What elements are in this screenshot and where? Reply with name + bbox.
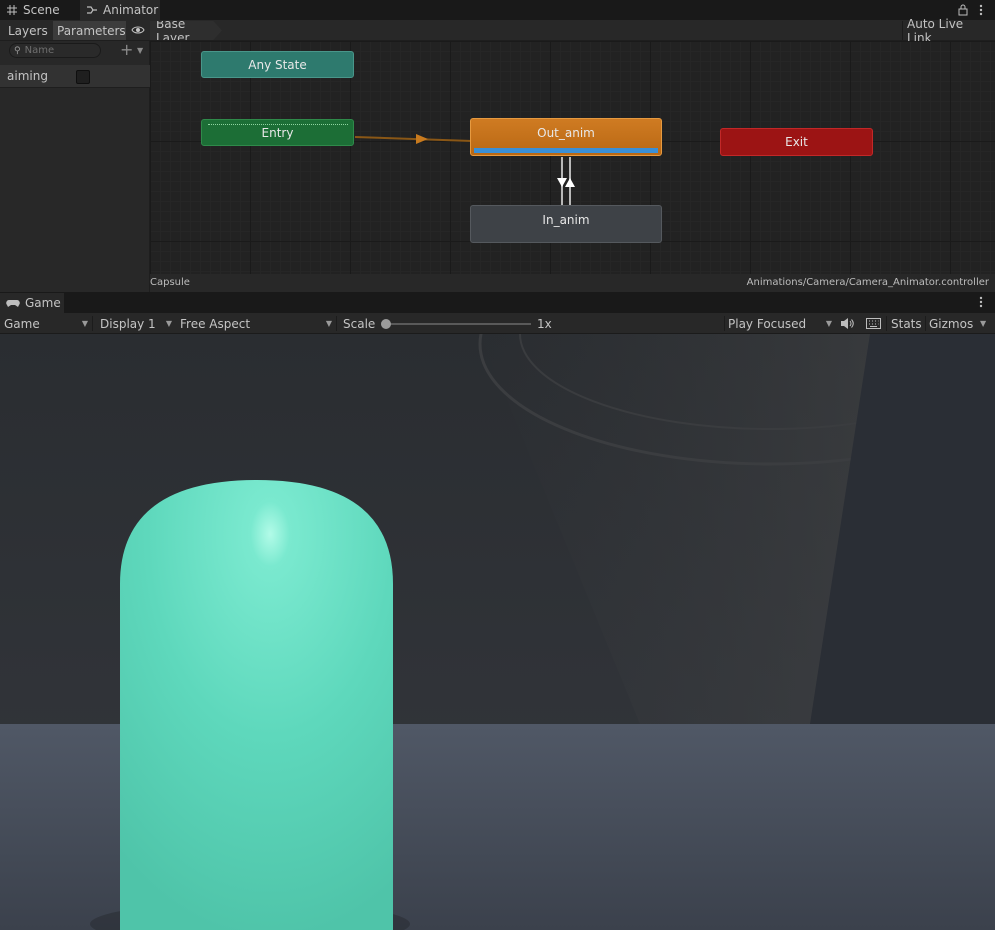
state-in-anim[interactable]: In_anim [470, 205, 662, 243]
tab-animator[interactable]: Animator [80, 0, 160, 20]
divider [724, 316, 725, 331]
tab-game[interactable]: Game [0, 293, 64, 313]
state-progress-bar [474, 148, 658, 153]
scale-value: 1x [537, 313, 552, 334]
capsule-object[interactable] [120, 480, 393, 930]
scale-slider-handle[interactable] [381, 319, 391, 329]
display-mode-label: Game [4, 316, 40, 331]
game-viewport[interactable] [0, 334, 995, 930]
gamepad-icon [6, 300, 20, 307]
window-tab-bar: Scene Animator [0, 0, 995, 20]
parameter-name: aiming [7, 69, 48, 83]
scale-label: Scale [343, 313, 375, 334]
scale-value-text: 1x [537, 316, 552, 331]
state-exit-label: Exit [785, 135, 808, 149]
grid-icon [7, 5, 17, 15]
gizmos-button[interactable]: Gizmos [929, 313, 973, 334]
state-any-state[interactable]: Any State [201, 51, 354, 78]
divider [925, 316, 926, 331]
divider [886, 316, 887, 331]
auto-live-link-button[interactable]: Auto Live Link [902, 17, 995, 45]
search-placeholder: Name [24, 45, 55, 56]
state-entry-label: Entry [261, 125, 294, 140]
parameter-row[interactable]: aiming [0, 65, 150, 88]
entry-transition[interactable] [354, 136, 473, 142]
tab-scene[interactable]: Scene [0, 0, 78, 20]
scene-render [0, 334, 995, 930]
layers-tab[interactable]: Layers [4, 21, 52, 40]
stats-button[interactable]: Stats [891, 313, 922, 334]
add-parameter-icon[interactable]: + [120, 42, 133, 58]
tab-scene-label: Scene [23, 3, 60, 17]
game-tab-bar: Game [0, 292, 995, 313]
play-mode-dropdown[interactable]: Play Focused ▼ [728, 313, 832, 334]
scale-slider-track[interactable] [384, 323, 531, 325]
divider [336, 316, 337, 331]
parameters-panel: ⚲ Name + ▼ aiming [0, 41, 150, 292]
gizmos-label: Gizmos [929, 316, 974, 331]
play-mode-label: Play Focused [728, 316, 807, 331]
breadcrumb-base-layer[interactable]: Base Layer [150, 21, 222, 40]
game-toolbar: Game ▼ Display 1 ▼ Free Aspect ▼ Scale 1… [0, 313, 995, 334]
more-menu-icon[interactable] [978, 4, 984, 16]
animator-window: Layers Parameters Base Layer Auto Live L… [0, 17, 995, 292]
divider [92, 316, 93, 331]
tab-animator-label: Animator [103, 3, 159, 17]
game-more-menu-icon[interactable] [978, 296, 984, 308]
display-dropdown[interactable]: Display 1 ▼ [100, 313, 172, 334]
chevron-down-icon: ▼ [325, 319, 332, 328]
aspect-dropdown[interactable]: Free Aspect ▼ [180, 313, 332, 334]
entry-dotted-line [208, 124, 348, 125]
mute-audio-icon[interactable] [840, 317, 854, 330]
eye-icon[interactable] [131, 25, 145, 35]
parameters-tab-label: Parameters [57, 23, 126, 38]
layers-tab-label: Layers [8, 23, 48, 38]
parameter-search-input[interactable]: ⚲ Name [9, 43, 101, 58]
state-machine-graph[interactable]: Any State Entry Out_anim Exit In_anim [150, 41, 995, 274]
parameter-bool-checkbox[interactable] [76, 70, 90, 84]
stats-label: Stats [891, 316, 922, 331]
state-exit[interactable]: Exit [720, 128, 873, 156]
animator-toolbar: Layers Parameters Base Layer Auto Live L… [0, 17, 995, 45]
aspect-label: Free Aspect [180, 316, 251, 331]
search-icon: ⚲ [14, 45, 21, 56]
tab-game-label: Game [25, 296, 61, 310]
lock-icon[interactable] [958, 4, 968, 16]
scale-label-text: Scale [343, 316, 376, 331]
entry-transition-arrow [416, 134, 428, 144]
parameters-tab[interactable]: Parameters [53, 21, 126, 40]
transition-up-arrow [565, 178, 575, 187]
selected-object-label: Capsule [150, 277, 190, 288]
display-label: Display 1 [100, 316, 156, 331]
chevron-down-icon: ▼ [825, 319, 832, 328]
state-out-anim[interactable]: Out_anim [470, 118, 662, 156]
chevron-down-icon[interactable]: ▼ [137, 46, 143, 55]
gizmos-chevron-down-icon[interactable]: ▼ [980, 319, 986, 328]
animator-status-bar: Capsule Animations/Camera/Camera_Animato… [150, 274, 995, 292]
transition-down-arrow [557, 178, 567, 187]
display-mode-dropdown[interactable]: Game ▼ [4, 313, 88, 334]
animator-icon [87, 6, 97, 14]
controller-path-label: Animations/Camera/Camera_Animator.contro… [746, 277, 989, 288]
state-in-anim-label: In_anim [542, 213, 590, 227]
chevron-down-icon: ▼ [81, 319, 88, 328]
state-any-state-label: Any State [248, 57, 307, 72]
keyboard-icon[interactable] [866, 318, 881, 329]
state-out-anim-label: Out_anim [537, 126, 595, 140]
chevron-down-icon: ▼ [165, 319, 172, 328]
